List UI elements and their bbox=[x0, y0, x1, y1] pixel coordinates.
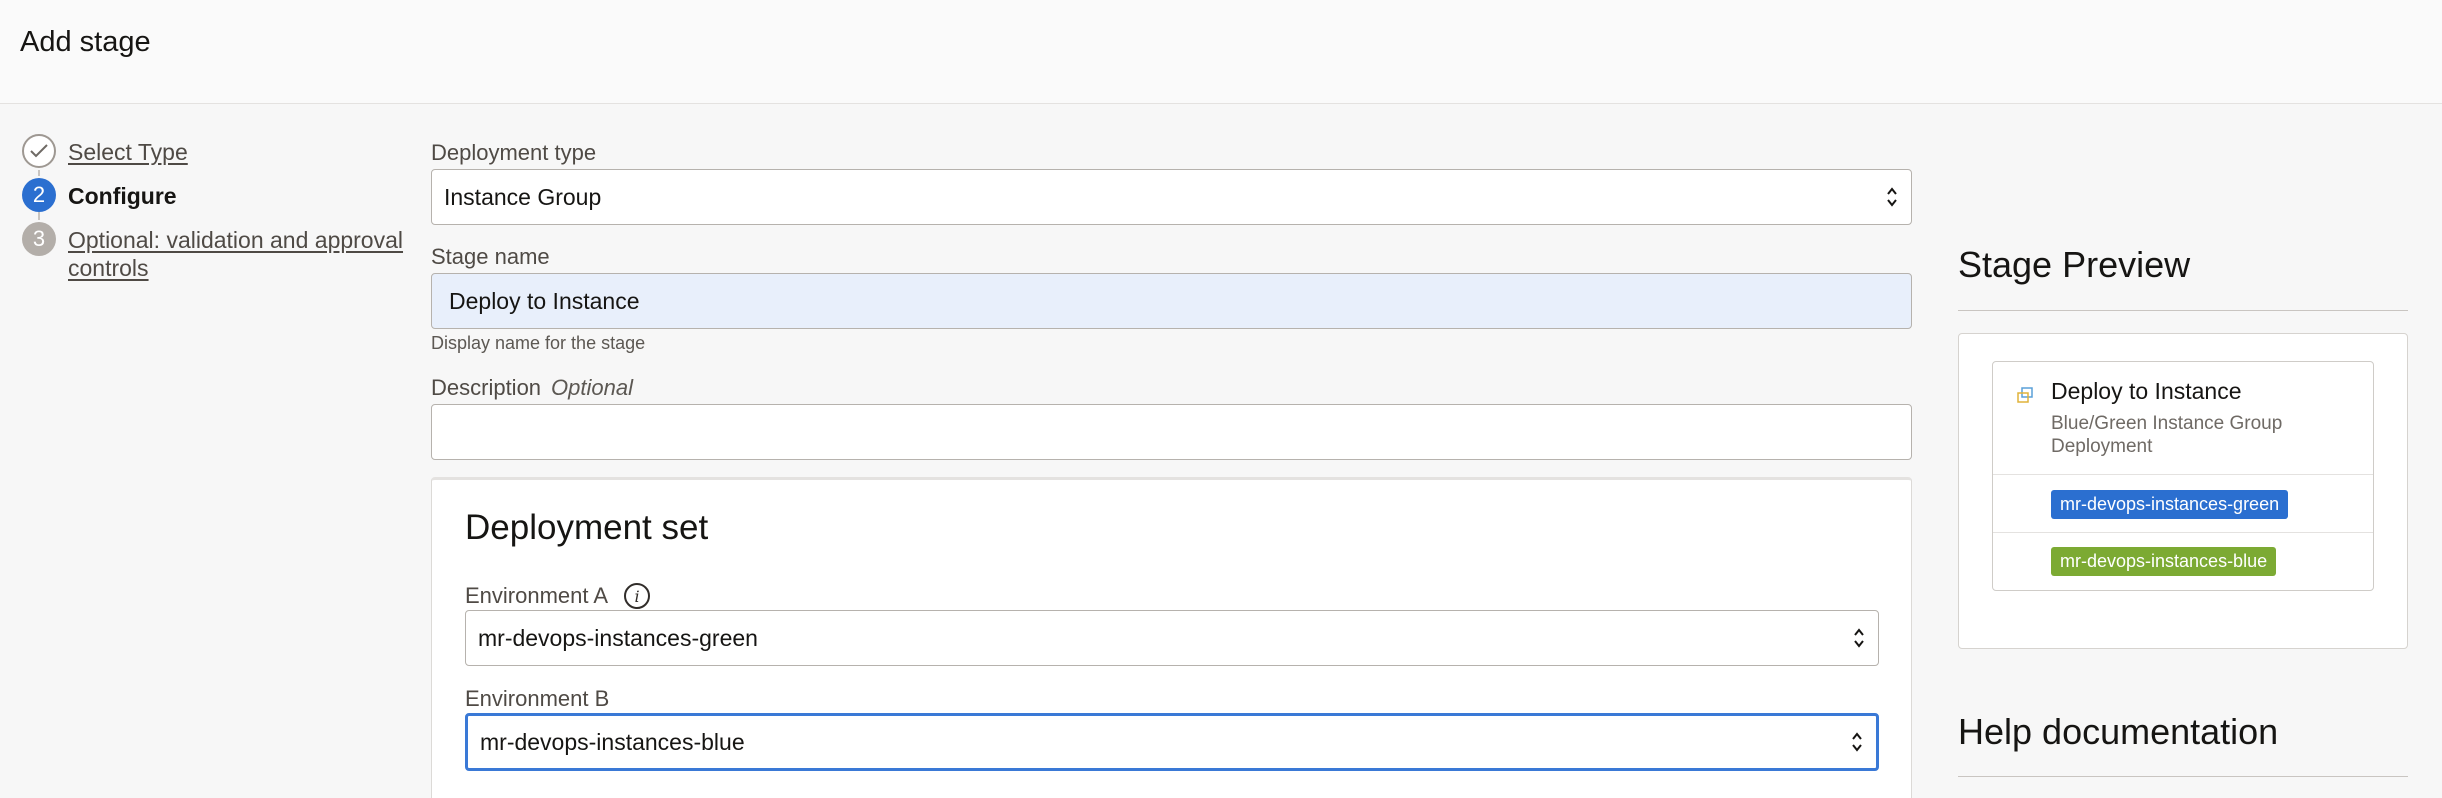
preview-stage-description: Blue/Green Instance Group Deployment bbox=[2051, 413, 2283, 457]
environment-b-label: Environment B bbox=[465, 686, 610, 711]
stage-preview-card: Deploy to Instance Blue/Green Instance G… bbox=[1992, 361, 2374, 591]
preview-stage-name: Deploy to Instance bbox=[2051, 378, 2242, 404]
step-connector bbox=[38, 212, 40, 220]
environment-a-value: mr-devops-instances-green bbox=[478, 624, 758, 651]
chevron-up-down-icon bbox=[1854, 628, 1864, 648]
deployment-type-label: Deployment type bbox=[431, 140, 597, 165]
environment-b-select[interactable]: mr-devops-instances-blue bbox=[465, 713, 1879, 771]
instance-group-icon bbox=[2017, 387, 2033, 403]
environment-a-select[interactable]: mr-devops-instances-green bbox=[465, 610, 1879, 666]
divider bbox=[1958, 310, 2408, 311]
description-input[interactable] bbox=[431, 404, 1912, 460]
stage-name-value: Deploy to Instance bbox=[449, 287, 640, 314]
deployment-set-card: Deployment set Environment A i mr-devops… bbox=[431, 477, 1912, 798]
stage-preview-panel: Deploy to Instance Blue/Green Instance G… bbox=[1958, 333, 2408, 649]
stage-name-input[interactable]: Deploy to Instance bbox=[431, 273, 1912, 329]
help-documentation-title: Help documentation bbox=[1958, 711, 2279, 752]
stage-preview-title: Stage Preview bbox=[1958, 244, 2191, 285]
environment-badge-green: mr-devops-instances-green bbox=[2051, 490, 2289, 519]
divider bbox=[1993, 532, 2373, 533]
step-label[interactable]: controls bbox=[68, 254, 149, 282]
deployment-type-value: Instance Group bbox=[444, 183, 602, 210]
step-connector bbox=[38, 170, 40, 176]
optional-tag: Optional bbox=[551, 375, 633, 400]
step-label[interactable]: Optional: validation and approval bbox=[68, 226, 403, 254]
check-icon bbox=[22, 134, 56, 168]
deployment-type-select[interactable]: Instance Group bbox=[431, 169, 1912, 225]
page-header: Add stage bbox=[0, 0, 2442, 104]
environment-badge-blue: mr-devops-instances-blue bbox=[2051, 547, 2277, 576]
divider bbox=[1993, 474, 2373, 475]
step-number: 3 bbox=[22, 222, 56, 256]
step-label[interactable]: Select Type bbox=[68, 138, 188, 166]
divider bbox=[1958, 776, 2408, 777]
deployment-set-title: Deployment set bbox=[465, 508, 709, 547]
description-label: Description Optional bbox=[431, 375, 633, 401]
chevron-up-down-icon bbox=[1852, 732, 1862, 752]
environment-b-value: mr-devops-instances-blue bbox=[480, 728, 745, 755]
info-icon[interactable]: i bbox=[624, 583, 650, 609]
environment-a-label: Environment A bbox=[465, 583, 609, 608]
step-label: Configure bbox=[68, 183, 177, 209]
description-label-text: Description bbox=[431, 375, 542, 400]
stage-name-label: Stage name bbox=[431, 244, 550, 269]
page-title: Add stage bbox=[20, 26, 151, 58]
chevron-up-down-icon bbox=[1887, 187, 1897, 207]
stage-name-help: Display name for the stage bbox=[431, 333, 646, 353]
step-number: 2 bbox=[22, 178, 56, 212]
